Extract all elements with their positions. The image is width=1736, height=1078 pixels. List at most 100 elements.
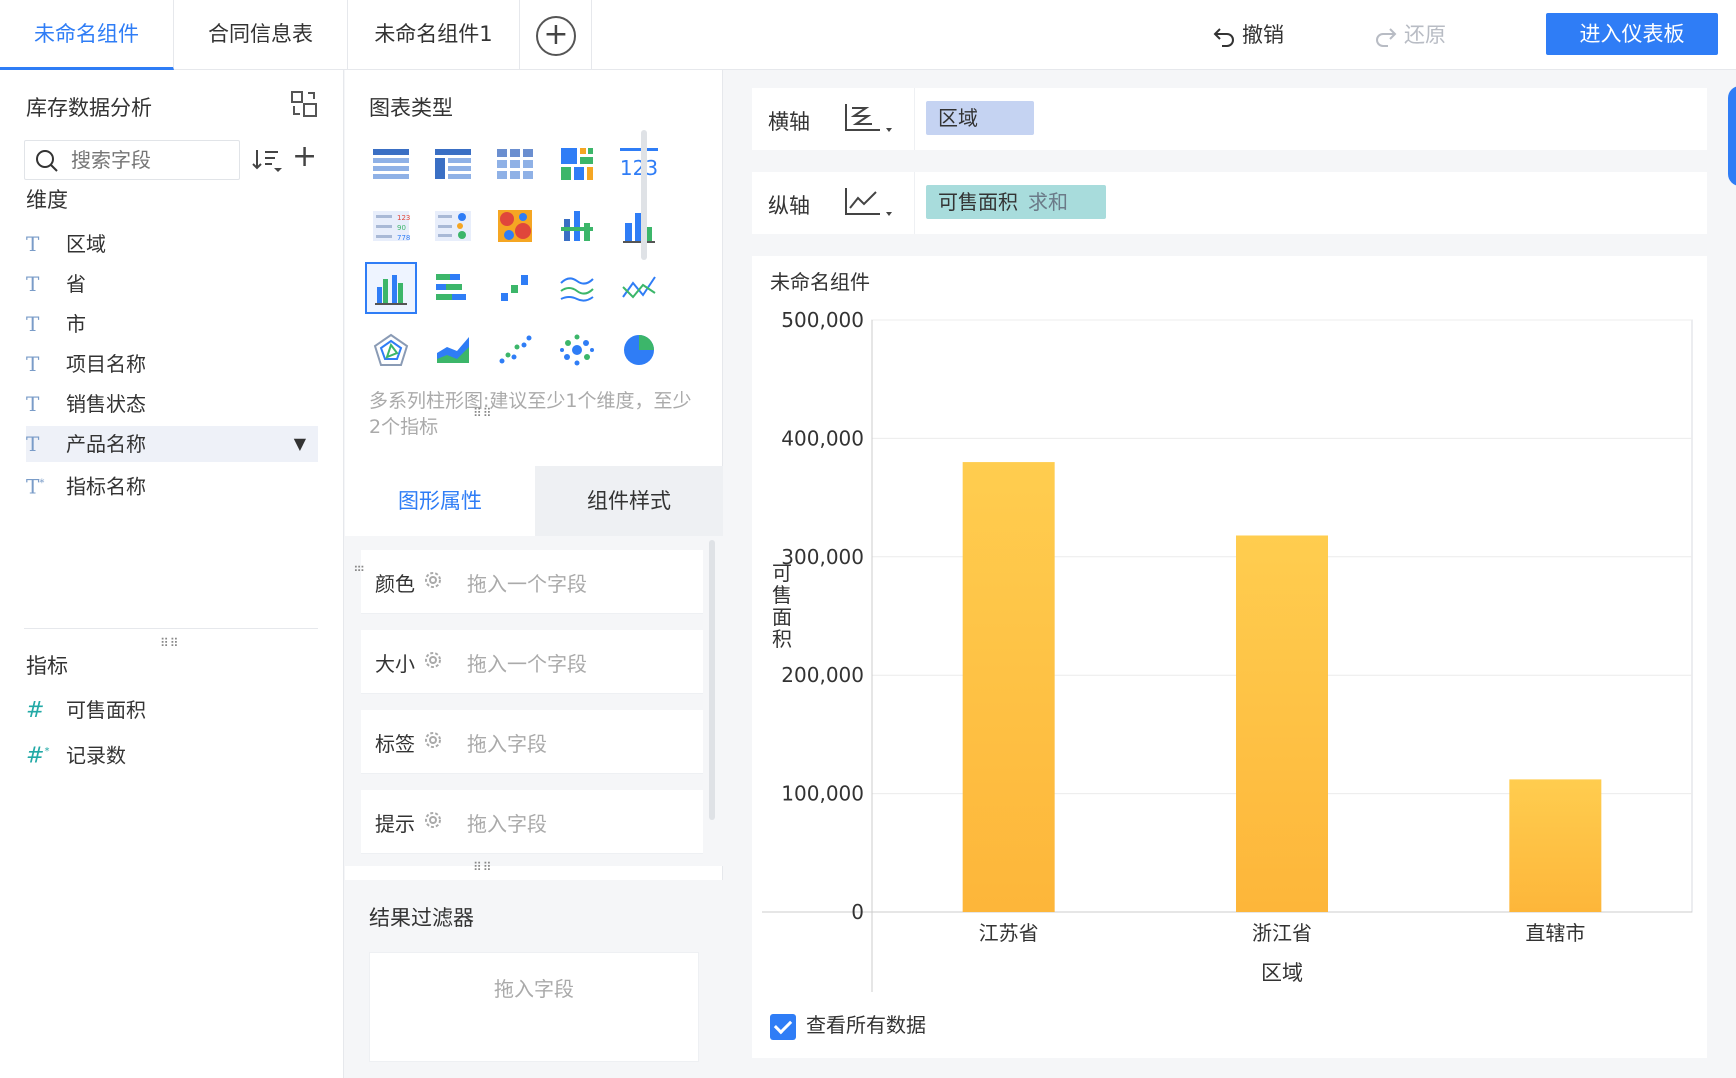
sort-icon[interactable] (252, 148, 284, 174)
collapse-panel-tab[interactable] (1728, 86, 1736, 186)
field-label: 可售面积 (66, 698, 146, 722)
caret-down-icon[interactable]: ▼ (294, 426, 306, 462)
resize-handle[interactable]: ⠿⠿ (160, 636, 180, 650)
dimension-field[interactable]: T 项目名称 (26, 346, 318, 382)
redo-button[interactable]: 还原 (1374, 18, 1446, 52)
axis-separator (914, 172, 915, 234)
gear-icon[interactable] (423, 730, 443, 750)
view-all-label: 查看所有数据 (806, 1013, 926, 1037)
undo-icon (1213, 28, 1234, 47)
bubble-chart-icon[interactable] (551, 324, 603, 376)
property-label: 标签 (375, 732, 415, 756)
drop-placeholder[interactable]: 拖入一个字段 (467, 568, 587, 597)
cross-table-icon[interactable] (427, 138, 479, 190)
dimension-field[interactable]: T* 指标名称 (26, 466, 318, 502)
radar-chart-icon[interactable] (365, 324, 417, 376)
search-input[interactable] (71, 145, 231, 175)
column-chart-icon[interactable] (613, 200, 665, 252)
pie-chart-icon[interactable] (613, 324, 665, 376)
measure-field[interactable]: # 可售面积 (26, 692, 318, 728)
gear-icon[interactable] (423, 570, 443, 590)
resize-handle[interactable]: ⠿⠿ (473, 860, 493, 874)
resize-handle[interactable]: ⠿⠿ (473, 406, 493, 420)
y-axis-title-char: 积 (772, 627, 792, 651)
drop-placeholder[interactable]: 拖入字段 (467, 728, 547, 757)
multi-series-column-icon[interactable] (365, 262, 417, 314)
dimension-field[interactable]: T 销售状态 (26, 386, 318, 422)
grouped-bar-icon[interactable] (551, 200, 603, 252)
waterfall-chart-icon[interactable] (489, 262, 541, 314)
bar (1236, 535, 1328, 912)
tooltip-property-row[interactable]: 提示 拖入字段 (361, 790, 703, 854)
drop-placeholder[interactable]: 拖入一个字段 (467, 648, 587, 677)
heatmap-chart-icon[interactable] (489, 200, 541, 252)
size-property-row[interactable]: 大小 拖入一个字段 (361, 630, 703, 694)
y-axis-title-char: 售 (772, 583, 792, 607)
drag-handle[interactable]: ⠿ (351, 564, 365, 574)
x-axis-field-pill[interactable]: 区域 (926, 101, 1034, 135)
y-tick-label: 0 (851, 900, 864, 924)
text-type-icon: T (26, 392, 40, 416)
kpi-number-icon[interactable]: 123 (613, 138, 665, 190)
table-chart-icon[interactable] (365, 138, 417, 190)
gear-icon[interactable] (423, 810, 443, 830)
property-scrollbar[interactable] (709, 540, 715, 820)
y-tick-label: 300,000 (781, 545, 864, 569)
dot-table-icon[interactable] (427, 200, 479, 252)
kpi-table-icon[interactable]: 123 90 778 (365, 200, 417, 252)
x-tick-label: 浙江省 (1252, 921, 1312, 945)
x-tick-label: 直辖市 (1525, 921, 1585, 945)
y-tick-label: 400,000 (781, 426, 864, 450)
label-property-row[interactable]: 标签 拖入字段 (361, 710, 703, 774)
chart-type-scrollbar[interactable] (641, 130, 647, 260)
chart-config-panel: 图表类型 123 123 90 778 多系列柱形图:建议至少1个维度，至少2个指标… (345, 70, 723, 1078)
x-tick-label: 江苏省 (979, 921, 1039, 945)
y-axis-type-icon[interactable] (842, 186, 902, 220)
panel-divider (24, 628, 318, 629)
y-axis-title-char: 面 (772, 605, 792, 629)
tab-component-style[interactable]: 组件样式 (535, 466, 723, 536)
y-axis-row[interactable]: 纵轴 可售面积 求和 (752, 172, 1707, 234)
enter-dashboard-button[interactable]: 进入仪表板 (1546, 13, 1718, 55)
treemap-chart-icon[interactable] (551, 138, 603, 190)
color-property-row[interactable]: 颜色 拖入一个字段 (361, 550, 703, 614)
gear-icon[interactable] (423, 650, 443, 670)
y-tick-label: 100,000 (781, 782, 864, 806)
y-axis-field-pill[interactable]: 可售面积 求和 (926, 185, 1106, 219)
undo-button[interactable]: 撤销 (1212, 18, 1284, 52)
add-field-icon[interactable]: + (292, 142, 317, 172)
dimension-field[interactable]: T 区域 (26, 226, 318, 262)
x-axis-type-icon[interactable] (842, 102, 902, 136)
tab-unnamed-component-1[interactable]: 未命名组件1 (348, 0, 520, 70)
view-all-data-toggle[interactable]: 查看所有数据 (770, 1010, 926, 1040)
field-search[interactable] (24, 140, 240, 180)
property-tabs: 图形属性 组件样式 (345, 466, 723, 536)
switch-dataset-icon[interactable] (290, 90, 318, 118)
dimension-field[interactable]: T市 (26, 306, 318, 342)
drop-placeholder[interactable]: 拖入字段 (467, 808, 547, 837)
text-type-icon: T (26, 272, 40, 296)
svg-text:123: 123 (397, 214, 410, 222)
area-chart-icon[interactable] (427, 324, 479, 376)
filter-drop-zone[interactable]: 拖入字段 (369, 952, 699, 1062)
area-line-icon[interactable] (551, 262, 603, 314)
text-type-icon: T (26, 352, 40, 376)
dimension-heading: 维度 (26, 188, 68, 212)
y-axis-label: 纵轴 (768, 194, 810, 218)
dimension-field[interactable]: T省 (26, 266, 318, 302)
detail-table-icon[interactable] (489, 138, 541, 190)
tab-unnamed-component[interactable]: 未命名组件 (0, 0, 174, 70)
pill-aggregation[interactable]: 求和 (1028, 190, 1068, 214)
view-all-checkbox[interactable] (770, 1013, 796, 1040)
tab-contract-info[interactable]: 合同信息表 (174, 0, 348, 70)
stacked-bar-icon[interactable] (427, 262, 479, 314)
dimension-field-hovered[interactable]: T 产品名称 ▼ (26, 426, 318, 462)
measure-field[interactable]: #* 记录数 (26, 734, 318, 770)
tab-graphic-properties[interactable]: 图形属性 (345, 466, 535, 536)
x-axis-row[interactable]: 横轴 区域 (752, 88, 1707, 150)
property-label: 大小 (375, 652, 415, 676)
line-chart-icon[interactable] (613, 262, 665, 314)
add-tab-button[interactable]: + (536, 16, 576, 56)
scatter-chart-icon[interactable] (489, 324, 541, 376)
bar (1509, 779, 1602, 912)
